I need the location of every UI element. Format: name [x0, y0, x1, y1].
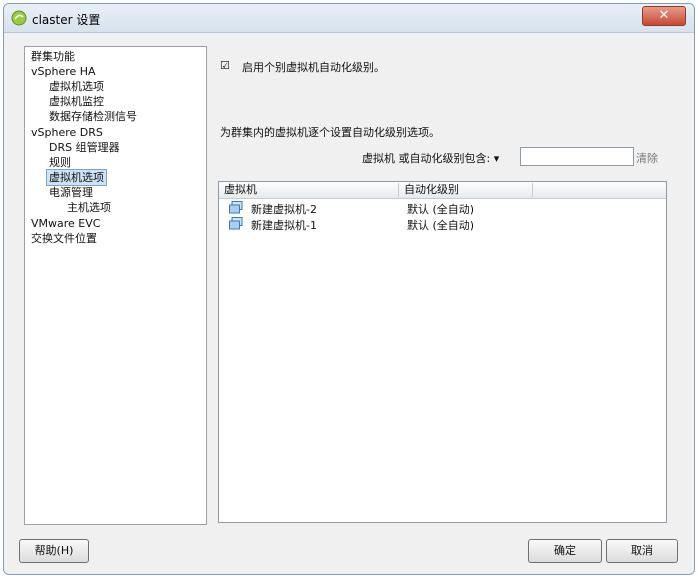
vm-name: 新建虚拟机-2	[251, 203, 317, 216]
cancel-button[interactable]: 取消	[606, 539, 678, 563]
tree-item-drs-vm-options[interactable]: 虚拟机选项	[46, 169, 107, 186]
enable-vm-automation-label: 启用个别虚拟机自动化级别。	[242, 61, 385, 74]
window-title: claster 设置	[32, 13, 101, 27]
tree-item-swapfile-location[interactable]: 交换文件位置	[31, 231, 97, 246]
column-header-vm[interactable]: 虚拟机	[219, 183, 399, 197]
vm-icon	[229, 201, 243, 214]
clear-filter-link[interactable]: 清除	[636, 150, 658, 166]
tree-item-vm-monitoring[interactable]: 虚拟机监控	[49, 94, 104, 109]
tree-item-vsphere-ha[interactable]: vSphere HA	[31, 64, 96, 79]
table-row[interactable]: 新建虚拟机-2 默认 (全自动)	[219, 200, 666, 216]
tree-item-cluster-features[interactable]: 群集功能	[31, 49, 75, 64]
vm-options-panel: ☑ 启用个别虚拟机自动化级别。 为群集内的虚拟机逐个设置自动化级别选项。 虚拟机…	[212, 46, 668, 523]
tree-item-host-options[interactable]: 主机选项	[67, 200, 111, 215]
enable-vm-automation-checkbox[interactable]: ☑	[220, 60, 231, 71]
vm-name: 新建虚拟机-1	[251, 219, 317, 232]
tree-item-datastore-heartbeat[interactable]: 数据存储检测信号	[49, 109, 137, 124]
tree-item-drs-groups[interactable]: DRS 组管理器	[49, 140, 120, 155]
help-button[interactable]: 帮助(H)	[19, 539, 89, 563]
title-bar[interactable]: claster 设置 ✕	[4, 4, 694, 33]
tree-item-rules[interactable]: 规则	[49, 155, 71, 170]
filter-input[interactable]	[520, 147, 634, 166]
vm-table: 虚拟机 自动化级别 新建虚拟机-2 默认 (全自动) 新建虚拟机-1 默认 (全…	[218, 181, 667, 523]
tree-item-ha-vm-options[interactable]: 虚拟机选项	[49, 79, 104, 94]
table-header: 虚拟机 自动化级别	[219, 182, 666, 199]
dialog-body: 群集功能 vSphere HA 虚拟机选项 虚拟机监控 数据存储检测信号 vSp…	[4, 33, 694, 574]
settings-dialog: claster 设置 ✕ 群集功能 vSphere HA 虚拟机选项 虚拟机监控…	[3, 3, 695, 575]
vm-icon	[229, 217, 243, 230]
tree-item-vsphere-drs[interactable]: vSphere DRS	[31, 125, 103, 140]
cluster-icon	[11, 10, 27, 26]
table-row[interactable]: 新建虚拟机-1 默认 (全自动)	[219, 216, 666, 232]
tree-item-vmware-evc[interactable]: VMware EVC	[31, 216, 100, 231]
ok-button[interactable]: 确定	[528, 539, 602, 563]
filter-dropdown[interactable]: 虚拟机 或自动化级别包含: ▾	[362, 150, 499, 166]
automation-level: 默认 (全自动)	[407, 219, 475, 232]
description-text: 为群集内的虚拟机逐个设置自动化级别选项。	[220, 126, 440, 139]
settings-tree: 群集功能 vSphere HA 虚拟机选项 虚拟机监控 数据存储检测信号 vSp…	[24, 46, 207, 525]
tree-item-power-management[interactable]: 电源管理	[49, 185, 93, 200]
close-button[interactable]: ✕	[642, 6, 686, 26]
automation-level: 默认 (全自动)	[407, 203, 475, 216]
column-header-automation-level[interactable]: 自动化级别	[399, 183, 533, 197]
